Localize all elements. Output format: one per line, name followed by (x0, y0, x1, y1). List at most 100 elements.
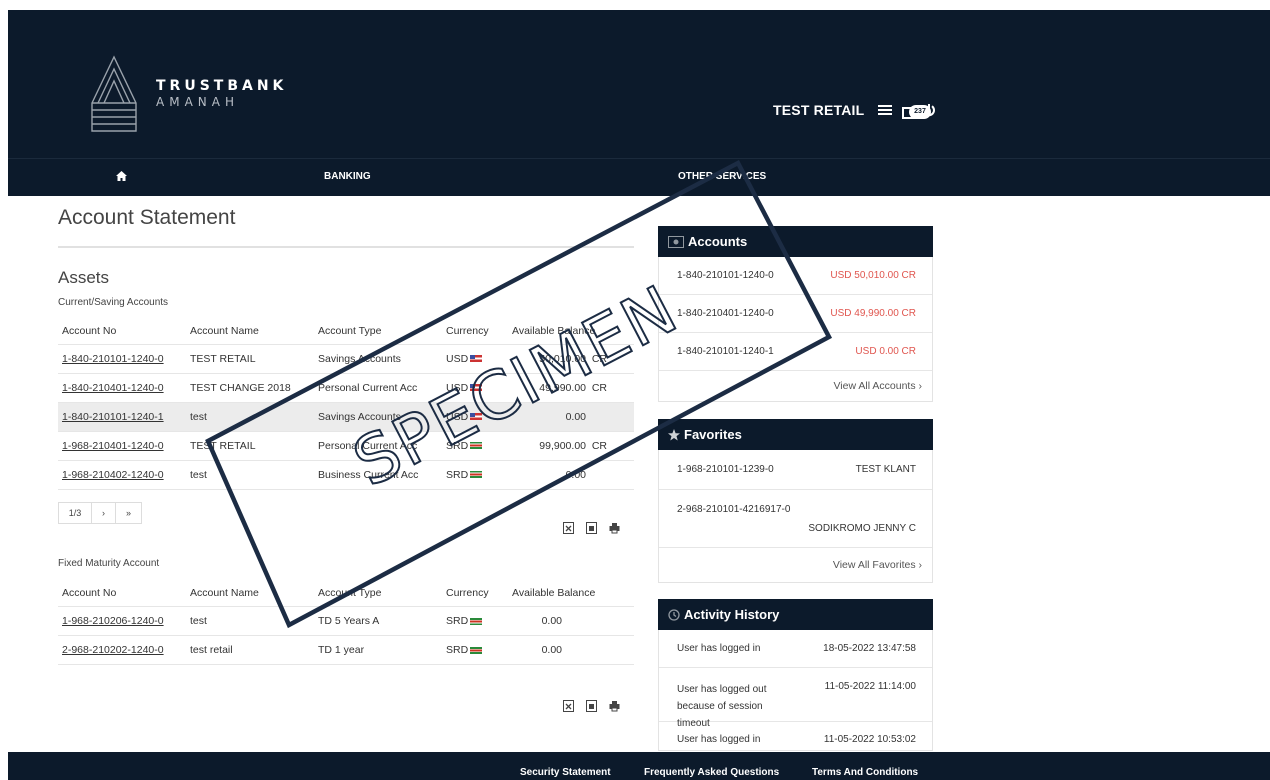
balance-cell: 0.00 (508, 606, 634, 636)
nav-banking[interactable]: BANKING (324, 171, 371, 182)
balance-value: 49,990.00 (539, 381, 586, 394)
brand-line1: TRUSTBANK (156, 78, 288, 94)
us-flag-icon (470, 384, 483, 392)
page-indicator: 1/3 (58, 501, 92, 524)
brand-name: TRUSTBANK AMANAH (156, 78, 287, 109)
activity-text: User has logged in (677, 734, 761, 745)
excel-export-icon[interactable] (563, 700, 574, 712)
nav-other-services[interactable]: OTHER SERVICES (678, 171, 766, 182)
favorite-name: TEST KLANT (855, 464, 916, 475)
balance-value: 0.00 (565, 468, 586, 481)
table-row[interactable]: 1-840-210101-1240-1 test Savings Account… (58, 402, 634, 432)
col-account-name: Account Name (186, 318, 314, 345)
accounts-panel: Accounts 1-840-210101-1240-0 USD 50,010.… (658, 226, 933, 402)
view-all-favorites-link[interactable]: View All Favorites › (659, 548, 932, 582)
excel-export-icon[interactable] (563, 522, 574, 534)
balance-suffix: CR (591, 439, 608, 452)
next-page-button[interactable]: › (92, 501, 116, 524)
table-header-row: Account No Account Name Account Type Cur… (58, 318, 634, 345)
list-item[interactable]: 1-840-210401-1240-0 USD 49,990.00 CR (659, 295, 932, 333)
list-item: User has logged out because of session t… (659, 668, 932, 729)
table-header-row: Account No Account Name Account Type Cur… (58, 580, 634, 607)
faq-link[interactable]: Frequently Asked Questions (644, 767, 779, 778)
table-row[interactable]: 1-968-210206-1240-0 test TD 5 Years A SR… (58, 606, 634, 636)
account-no-link[interactable]: 1-968-210206-1240-0 (58, 606, 186, 636)
currency-code: SRD (446, 615, 469, 627)
logo-icon (91, 55, 137, 132)
user-name[interactable]: TEST RETAIL (773, 102, 864, 118)
activity-text: User has logged out because of session t… (677, 684, 767, 729)
table-row[interactable]: 1-840-210101-1240-0 TEST RETAIL Savings … (58, 344, 634, 374)
account-no-link[interactable]: 1-840-210101-1240-0 (58, 344, 186, 374)
favorites-panel-title: Favorites (684, 427, 742, 442)
accounts-icon (668, 235, 684, 248)
currency-code: SRD (446, 439, 469, 452)
main-nav: BANKING OTHER SERVICES (8, 158, 1270, 196)
sr-flag-icon (470, 471, 483, 479)
activity-panel-title: Activity History (684, 607, 780, 622)
account-type: Business Current Acc (314, 460, 442, 490)
table-row[interactable]: 1-968-210402-1240-0 test Business Curren… (58, 460, 634, 490)
account-no-link[interactable]: 1-840-210101-1240-1 (58, 402, 186, 432)
export-toolbar (563, 522, 620, 534)
footer: Security Statement Frequently Asked Ques… (8, 752, 1270, 780)
favorites-panel-header: Favorites (658, 419, 933, 450)
hamburger-menu-icon[interactable] (878, 104, 893, 116)
account-type: Personal Current Acc (314, 373, 442, 403)
account-amount: USD 49,990.00 CR (830, 308, 916, 319)
home-icon[interactable] (116, 171, 127, 181)
current-accounts-table: Account No Account Name Account Type Cur… (58, 318, 634, 490)
currency-cell: USD (442, 344, 508, 374)
account-type: Savings Accounts (314, 344, 442, 374)
list-item[interactable]: 1-968-210101-1239-0 TEST KLANT (659, 450, 932, 490)
activity-text: User has logged in (677, 643, 761, 654)
account-amount: USD 0.00 CR (855, 346, 916, 357)
balance-cell: 0.00 (508, 460, 634, 490)
account-type: TD 5 Years A (314, 606, 442, 636)
last-page-button[interactable]: » (116, 501, 142, 524)
account-no-link[interactable]: 1-840-210401-1240-0 (58, 373, 186, 403)
account-name: test retail (186, 635, 314, 665)
terms-link[interactable]: Terms And Conditions (812, 767, 918, 778)
history-icon (668, 608, 680, 621)
table-row[interactable]: 1-840-210401-1240-0 TEST CHANGE 2018 Per… (58, 373, 634, 403)
table-row[interactable]: 2-968-210202-1240-0 test retail TD 1 yea… (58, 635, 634, 665)
col-available-balance: Available Balance (508, 318, 634, 345)
pdf-export-icon[interactable] (586, 700, 597, 712)
fixed-accounts-table: Account No Account Name Account Type Cur… (58, 580, 634, 665)
account-amount: USD 50,010.00 CR (830, 270, 916, 281)
account-no-link[interactable]: 1-968-210401-1240-0 (58, 431, 186, 461)
currency-cell: USD (442, 402, 508, 432)
col-account-name: Account Name (186, 580, 314, 607)
account-name: test (186, 460, 314, 490)
activity-panel-body: User has logged in 18-05-2022 13:47:58 U… (658, 630, 933, 751)
table-row[interactable]: 1-968-210401-1240-0 TEST RETAIL Personal… (58, 431, 634, 461)
balance-value: 0.00 (541, 644, 562, 656)
list-item[interactable]: 1-840-210101-1240-0 USD 50,010.00 CR (659, 257, 932, 295)
list-item[interactable]: 2-968-210101-4216917-0 SODIKROMO JENNY C (659, 490, 932, 548)
account-type: TD 1 year (314, 635, 442, 665)
pdf-export-icon[interactable] (586, 522, 597, 534)
print-icon[interactable] (609, 522, 620, 534)
account-no-link[interactable]: 2-968-210202-1240-0 (58, 635, 186, 665)
top-bar: TRUSTBANK AMANAH TEST RETAIL 237 BANKING… (8, 10, 1270, 196)
print-icon[interactable] (609, 700, 620, 712)
accounts-panel-title: Accounts (688, 234, 748, 249)
view-all-accounts-link[interactable]: View All Accounts › (659, 371, 932, 401)
us-flag-icon (470, 355, 483, 363)
security-statement-link[interactable]: Security Statement (520, 767, 611, 778)
export-toolbar (563, 700, 620, 712)
pagination: 1/3 › » (58, 501, 634, 524)
account-no: 1-840-210101-1240-0 (677, 270, 774, 281)
star-icon (668, 428, 680, 440)
favorite-account-no: 2-968-210101-4216917-0 (677, 504, 791, 515)
account-no-link[interactable]: 1-968-210402-1240-0 (58, 460, 186, 490)
balance-suffix: CR (591, 381, 608, 394)
balance-cell: 0.00 (508, 402, 634, 432)
page-title: Account Statement (58, 206, 634, 248)
current-saving-title: Current/Saving Accounts (58, 297, 169, 308)
accounts-panel-body: 1-840-210101-1240-0 USD 50,010.00 CR 1-8… (658, 257, 933, 402)
activity-time: 11-05-2022 11:14:00 (824, 681, 916, 692)
mail-count-badge: 237 (909, 105, 931, 119)
list-item[interactable]: 1-840-210101-1240-1 USD 0.00 CR (659, 333, 932, 371)
